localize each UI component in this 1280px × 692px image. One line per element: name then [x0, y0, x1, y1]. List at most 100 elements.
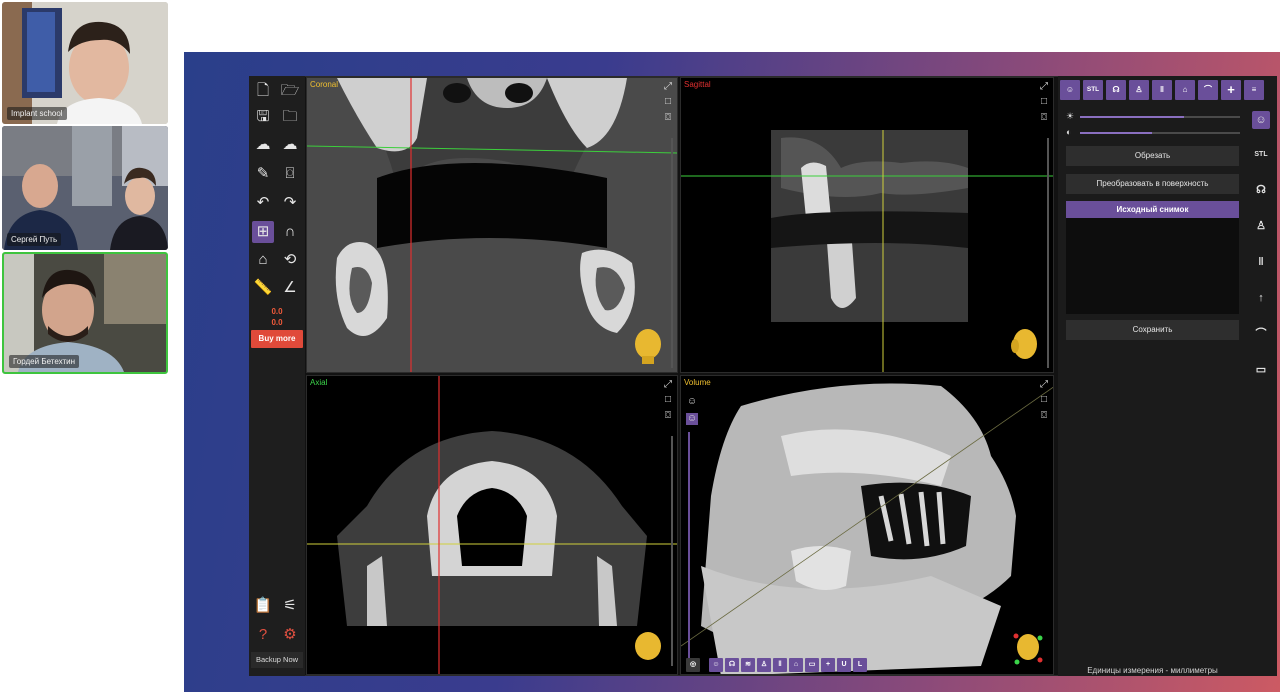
- maximize-icon[interactable]: □: [1038, 394, 1050, 406]
- convert-to-surface-button[interactable]: Преобразовать в поверхность: [1066, 174, 1239, 194]
- tab-skull-icon[interactable]: ☺: [1060, 80, 1080, 100]
- side-pin-icon[interactable]: ↑: [1252, 289, 1270, 307]
- view-implant-icon[interactable]: ‖: [773, 658, 787, 672]
- screenshot-icon[interactable]: ⌼: [1038, 112, 1050, 124]
- save-button[interactable]: Сохранить: [1066, 320, 1239, 340]
- side-jaw-icon[interactable]: ☊: [1252, 181, 1270, 199]
- share-icon[interactable]: ⚟: [279, 595, 301, 617]
- view-tooth-icon[interactable]: ♙: [757, 658, 771, 672]
- participant-video-1: [2, 2, 168, 124]
- screenshot-icon[interactable]: ⌼: [1038, 410, 1050, 422]
- slice-slider[interactable]: [671, 436, 673, 666]
- axial-view[interactable]: Axial ⤢ □ ⌼: [306, 375, 678, 675]
- maximize-icon[interactable]: □: [1038, 96, 1050, 108]
- side-tooth-icon[interactable]: ♙: [1252, 217, 1270, 235]
- brightness-slider-fill: [1080, 116, 1184, 118]
- sagittal-view[interactable]: Sagittal ⤢ □ ⌼: [680, 77, 1054, 373]
- axial-view-label: Axial: [310, 378, 328, 387]
- coordinate-readout-bottom: 0.0: [271, 318, 283, 327]
- right-panel: [1058, 76, 1277, 676]
- undo-icon[interactable]: ↶: [252, 192, 274, 214]
- panoramic-curve-icon[interactable]: ∩: [279, 221, 301, 243]
- lower-jaw-button[interactable]: L: [853, 658, 867, 672]
- side-bridge-icon[interactable]: ⌒: [1252, 325, 1270, 343]
- participant-tile-2[interactable]: Сергей Путь: [2, 126, 168, 250]
- tab-jaw-icon[interactable]: ☊: [1106, 80, 1126, 100]
- trim-button[interactable]: Обрезать: [1066, 146, 1239, 166]
- maximize-icon[interactable]: □: [662, 394, 674, 406]
- upper-jaw-button[interactable]: U: [837, 658, 851, 672]
- cloud-download-icon[interactable]: ☁: [252, 134, 274, 156]
- tab-list-icon[interactable]: ≡: [1244, 80, 1264, 100]
- view-crown-icon[interactable]: ⌂: [789, 658, 803, 672]
- source-scan-item[interactable]: Исходный снимок: [1066, 201, 1239, 218]
- backup-now-button[interactable]: Backup Now: [251, 652, 303, 668]
- new-file-icon[interactable]: 🗋: [252, 80, 274, 102]
- participant-tile-3[interactable]: Гордей Бетехтин: [2, 252, 168, 374]
- view-jaw-icon[interactable]: ☊: [725, 658, 739, 672]
- maximize-icon[interactable]: □: [662, 96, 674, 108]
- screenshot-icon[interactable]: ⌼: [662, 410, 674, 422]
- redo-icon[interactable]: ↷: [279, 192, 301, 214]
- import-folder-icon[interactable]: 🗀: [279, 106, 301, 128]
- buy-more-button[interactable]: Buy more: [251, 330, 303, 348]
- side-stl-tab[interactable]: STL: [1252, 146, 1270, 164]
- angle-icon[interactable]: ∠: [279, 277, 301, 299]
- home-icon[interactable]: ⌂: [252, 249, 274, 271]
- help-icon[interactable]: ?: [252, 624, 274, 646]
- fullscreen-icon[interactable]: ⤢: [662, 379, 674, 391]
- sagittal-ct-image: [681, 78, 1053, 372]
- clipboard-icon[interactable]: 📋: [252, 595, 274, 617]
- view-skull-icon[interactable]: ☺: [709, 658, 723, 672]
- screenshot-icon[interactable]: ⌼: [662, 112, 674, 124]
- side-implant-icon[interactable]: ‖: [1252, 253, 1270, 271]
- view-guide-icon[interactable]: ▭: [805, 658, 819, 672]
- add-object-icon[interactable]: +: [821, 658, 835, 672]
- reset-view-icon[interactable]: ⟲: [279, 249, 301, 271]
- save-icon[interactable]: 🖫: [252, 106, 274, 128]
- volume-view[interactable]: Volume ⤢ □ ⌼ ☺ ☺: [680, 375, 1054, 675]
- slice-slider[interactable]: [671, 138, 673, 368]
- participant-name: Implant school: [7, 107, 67, 120]
- view-scan-icon[interactable]: ≋: [741, 658, 755, 672]
- tab-crown-icon[interactable]: ⌂: [1175, 80, 1195, 100]
- contrast-icon: ◐: [1066, 127, 1072, 137]
- skull-preset-icon[interactable]: ☺: [686, 396, 698, 408]
- orientation-head-icon: [635, 329, 661, 364]
- coronal-view[interactable]: Coronal ⤢ □ ⌼: [306, 77, 678, 373]
- coordinate-readout-top: 0.0: [271, 307, 283, 316]
- report-icon[interactable]: ✎: [252, 163, 274, 185]
- coronal-view-label: Coronal: [310, 80, 339, 89]
- objects-list: [1066, 218, 1239, 314]
- settings-gear-icon[interactable]: ⚙: [279, 624, 301, 646]
- fullscreen-icon[interactable]: ⤢: [1038, 379, 1050, 391]
- orientation-head-icon: [1011, 329, 1037, 359]
- volume-3d-render: [681, 376, 1053, 674]
- fullscreen-icon[interactable]: ⤢: [662, 81, 674, 93]
- participant-tile-1[interactable]: Implant school: [2, 2, 168, 124]
- render-mode-icon[interactable]: ◎: [686, 658, 700, 672]
- tab-bridge-icon[interactable]: ⌒: [1198, 80, 1218, 100]
- participant-video-2: [2, 126, 168, 250]
- fullscreen-icon[interactable]: ⤢: [1038, 81, 1050, 93]
- tab-tooth-icon[interactable]: ♙: [1129, 80, 1149, 100]
- sagittal-view-label: Sagittal: [684, 80, 711, 89]
- tab-implant-icon[interactable]: ‖: [1152, 80, 1172, 100]
- ruler-icon[interactable]: 📏: [252, 277, 274, 299]
- volume-view-label: Volume: [684, 378, 711, 387]
- slice-slider[interactable]: [1047, 138, 1049, 368]
- cloud-upload-icon[interactable]: ☁: [279, 134, 301, 156]
- tab-stl[interactable]: STL: [1083, 80, 1103, 100]
- camera-icon[interactable]: ⌼: [279, 163, 301, 185]
- volume-threshold-slider[interactable]: [688, 432, 690, 662]
- side-skull-icon[interactable]: ☺: [1252, 111, 1270, 129]
- skull-preset-active-icon[interactable]: ☺: [686, 413, 698, 425]
- tab-add-icon[interactable]: +: [1221, 80, 1241, 100]
- coronal-ct-image: [307, 78, 677, 372]
- side-guide-icon[interactable]: ▭: [1252, 361, 1270, 379]
- orientation-head-icon: [1013, 633, 1043, 665]
- open-folder-icon[interactable]: 🗁: [279, 80, 301, 102]
- orientation-head-icon: [635, 632, 661, 660]
- layout-grid-icon[interactable]: ⊞: [252, 221, 274, 243]
- brightness-icon: ☀: [1066, 111, 1075, 121]
